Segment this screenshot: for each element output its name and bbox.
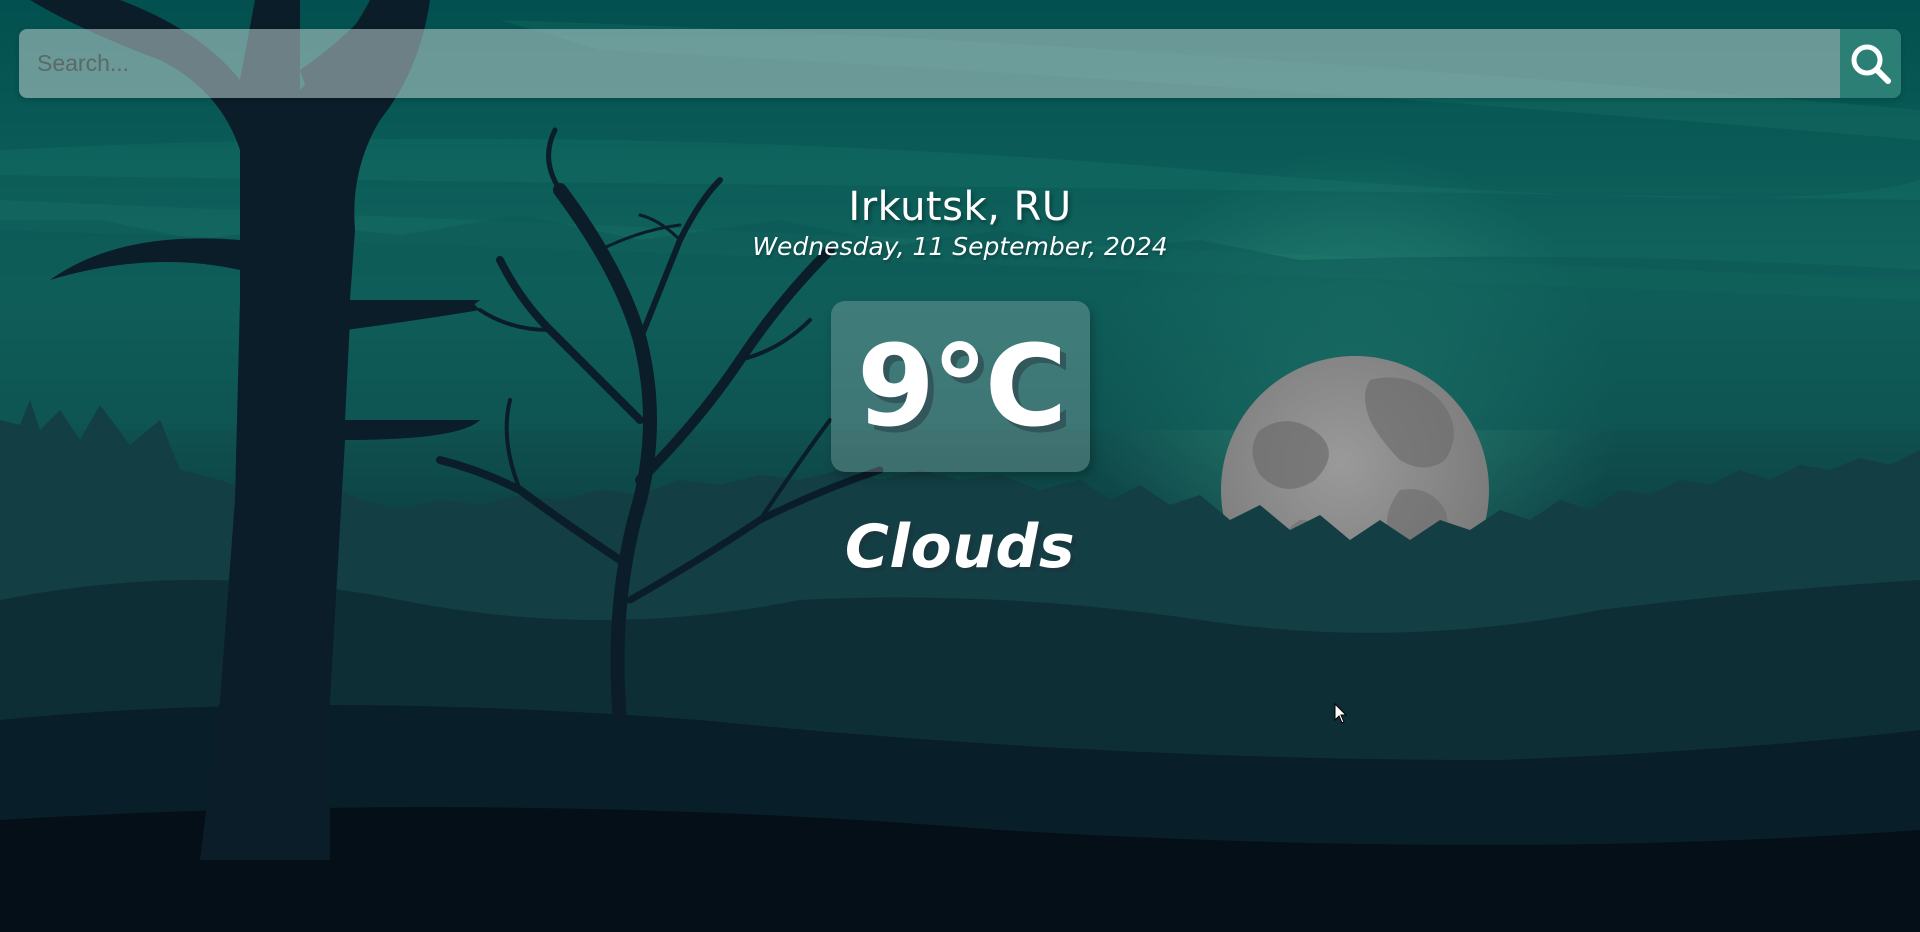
search-input[interactable] (19, 29, 1840, 98)
mouse-cursor-icon (1334, 703, 1348, 724)
search-button[interactable] (1840, 29, 1901, 98)
weather-condition: Clouds (844, 512, 1076, 582)
search-bar (19, 29, 1901, 98)
search-icon (1851, 44, 1891, 84)
date-label: Wednesday, 11 September, 2024 (752, 232, 1168, 261)
weather-app: Irkutsk, RU Wednesday, 11 September, 202… (0, 0, 1920, 932)
location-label: Irkutsk, RU (848, 184, 1072, 230)
temperature-card: 9°C (831, 301, 1090, 472)
temperature-value: 9°C (856, 321, 1067, 452)
